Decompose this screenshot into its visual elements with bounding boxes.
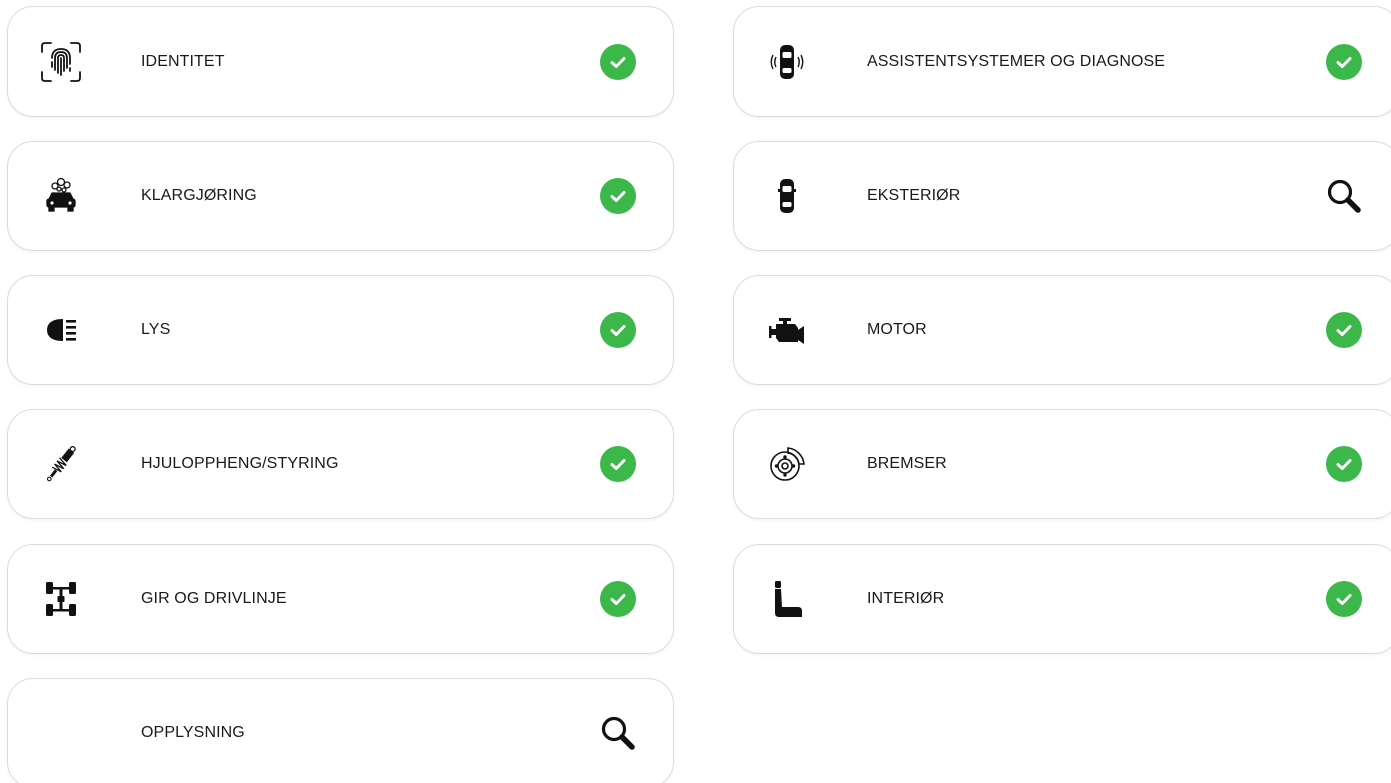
category-card-eksterior[interactable]: EKSTERIØR [733, 141, 1391, 251]
completed-check-icon [1325, 580, 1363, 618]
fingerprint-icon [38, 39, 84, 85]
car-wash-icon [38, 173, 84, 219]
category-label: ASSISTENTSYSTEMER OG DIAGNOSE [867, 52, 1166, 70]
category-label: IDENTITET [141, 52, 225, 70]
category-card-bremser[interactable]: BREMSER [733, 409, 1391, 519]
category-card-hjuloppheng-styring[interactable]: HJULOPPHENG/STYRING [7, 409, 674, 519]
completed-check-icon [1325, 43, 1363, 81]
search-icon [1325, 177, 1363, 215]
engine-icon [764, 307, 810, 353]
category-label: KLARGJØRING [141, 187, 257, 204]
category-label: GIR OG DRIVLINJE [141, 590, 287, 607]
category-label: HJULOPPHENG/STYRING [141, 455, 339, 472]
search-icon [599, 714, 637, 752]
category-label: INTERIØR [867, 590, 945, 607]
category-card-interior[interactable]: INTERIØR [733, 544, 1391, 654]
headlight-icon [38, 307, 84, 353]
completed-check-icon [1325, 445, 1363, 483]
car-top-icon [764, 173, 810, 219]
category-card-assistentsystemer-og-diagnose[interactable]: ASSISTENTSYSTEMER OG DIAGNOSE [733, 6, 1391, 117]
category-label: OPPLYSNING [141, 724, 245, 741]
category-label: EKSTERIØR [867, 187, 961, 204]
completed-check-icon [599, 177, 637, 215]
category-card-identitet[interactable]: IDENTITET [7, 6, 674, 117]
category-card-lys[interactable]: LYS [7, 275, 674, 385]
completed-check-icon [599, 43, 637, 81]
car-sensor-icon [764, 39, 810, 85]
category-label: MOTOR [867, 321, 927, 338]
shock-absorber-icon [38, 441, 84, 487]
category-label: LYS [141, 321, 171, 338]
category-card-opplysning[interactable]: OPPLYSNING [7, 678, 674, 783]
category-label: BREMSER [867, 455, 947, 472]
category-card-motor[interactable]: MOTOR [733, 275, 1391, 385]
category-card-klargjoring[interactable]: KLARGJØRING [7, 141, 674, 251]
completed-check-icon [599, 580, 637, 618]
inspection-categories-grid: IDENTITET KLARGJØRING LYS HJULOPPHENG/ST… [0, 0, 1391, 783]
category-card-gir-og-drivlinje[interactable]: GIR OG DRIVLINJE [7, 544, 674, 654]
completed-check-icon [599, 311, 637, 349]
completed-check-icon [599, 445, 637, 483]
brake-disc-icon [764, 441, 810, 487]
completed-check-icon [1325, 311, 1363, 349]
drivetrain-icon [38, 576, 84, 622]
car-seat-icon [764, 576, 810, 622]
